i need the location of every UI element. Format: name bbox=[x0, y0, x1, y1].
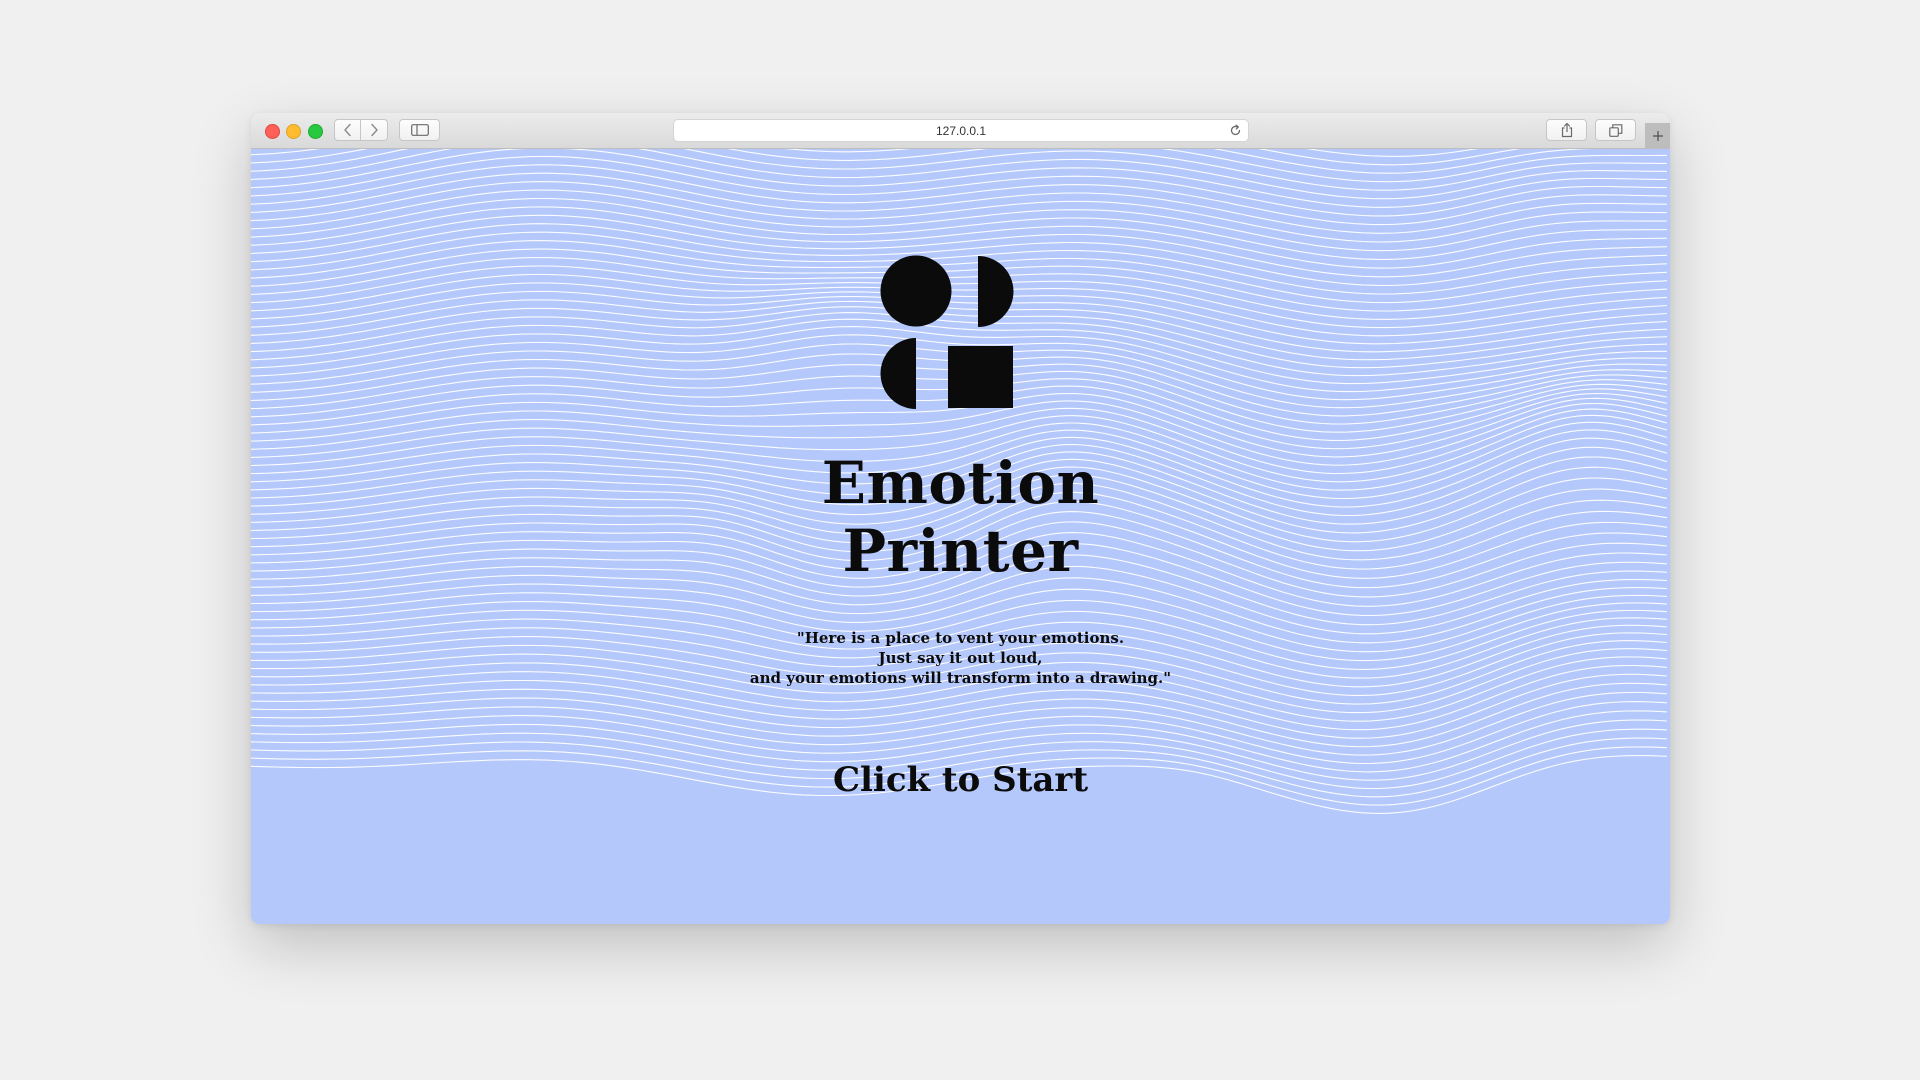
address-bar[interactable]: 127.0.0.1 bbox=[673, 119, 1249, 142]
shapes-logo-icon bbox=[880, 255, 1014, 409]
wave-line bbox=[251, 181, 1667, 243]
reload-icon bbox=[1230, 124, 1241, 136]
wave-line bbox=[251, 701, 1668, 765]
tabs-overview-button[interactable] bbox=[1595, 119, 1636, 141]
tabs-overview-icon bbox=[1608, 123, 1622, 137]
close-window-button[interactable] bbox=[265, 124, 280, 139]
page-title: Emotion Printer bbox=[251, 449, 1670, 585]
tagline-line-3: and your emotions will transform into a … bbox=[749, 669, 1172, 687]
title-line-1: Emotion bbox=[821, 449, 1100, 517]
reload-button[interactable] bbox=[1229, 124, 1242, 142]
tagline: "Here is a place to vent your emotions. … bbox=[251, 628, 1670, 688]
back-button[interactable] bbox=[334, 119, 361, 141]
browser-toolbar: 127.0.0.1 bbox=[251, 113, 1670, 149]
wave-line bbox=[251, 691, 1668, 756]
sidebar-icon bbox=[410, 124, 429, 136]
plus-icon bbox=[1652, 131, 1663, 141]
new-tab-button[interactable] bbox=[1645, 123, 1670, 149]
share-button[interactable] bbox=[1546, 119, 1587, 141]
browser-window: 127.0.0.1 Emotion Printer "Here is a pla… bbox=[251, 113, 1670, 924]
chevron-left-icon bbox=[343, 123, 351, 137]
wave-line bbox=[251, 149, 1594, 174]
share-icon bbox=[1561, 122, 1572, 138]
wave-line bbox=[251, 155, 1667, 217]
sidebar-toggle-button[interactable] bbox=[399, 119, 440, 141]
page-viewport: Emotion Printer "Here is a place to vent… bbox=[251, 149, 1670, 924]
forward-button[interactable] bbox=[361, 119, 388, 141]
chevron-right-icon bbox=[371, 123, 378, 137]
wave-line bbox=[251, 149, 1668, 208]
wave-line bbox=[251, 164, 1668, 226]
address-url: 127.0.0.1 bbox=[935, 123, 987, 138]
start-button[interactable]: Click to Start bbox=[251, 760, 1670, 800]
wave-line bbox=[251, 682, 1668, 748]
tagline-line-1: "Here is a place to vent your emotions. bbox=[796, 629, 1125, 647]
wave-line bbox=[251, 172, 1667, 234]
tagline-line-2: Just say it out loud, bbox=[878, 649, 1043, 667]
minimize-window-button[interactable] bbox=[286, 124, 301, 139]
zoom-window-button[interactable] bbox=[308, 124, 323, 139]
wave-line bbox=[251, 149, 1668, 200]
title-line-2: Printer bbox=[842, 517, 1079, 585]
